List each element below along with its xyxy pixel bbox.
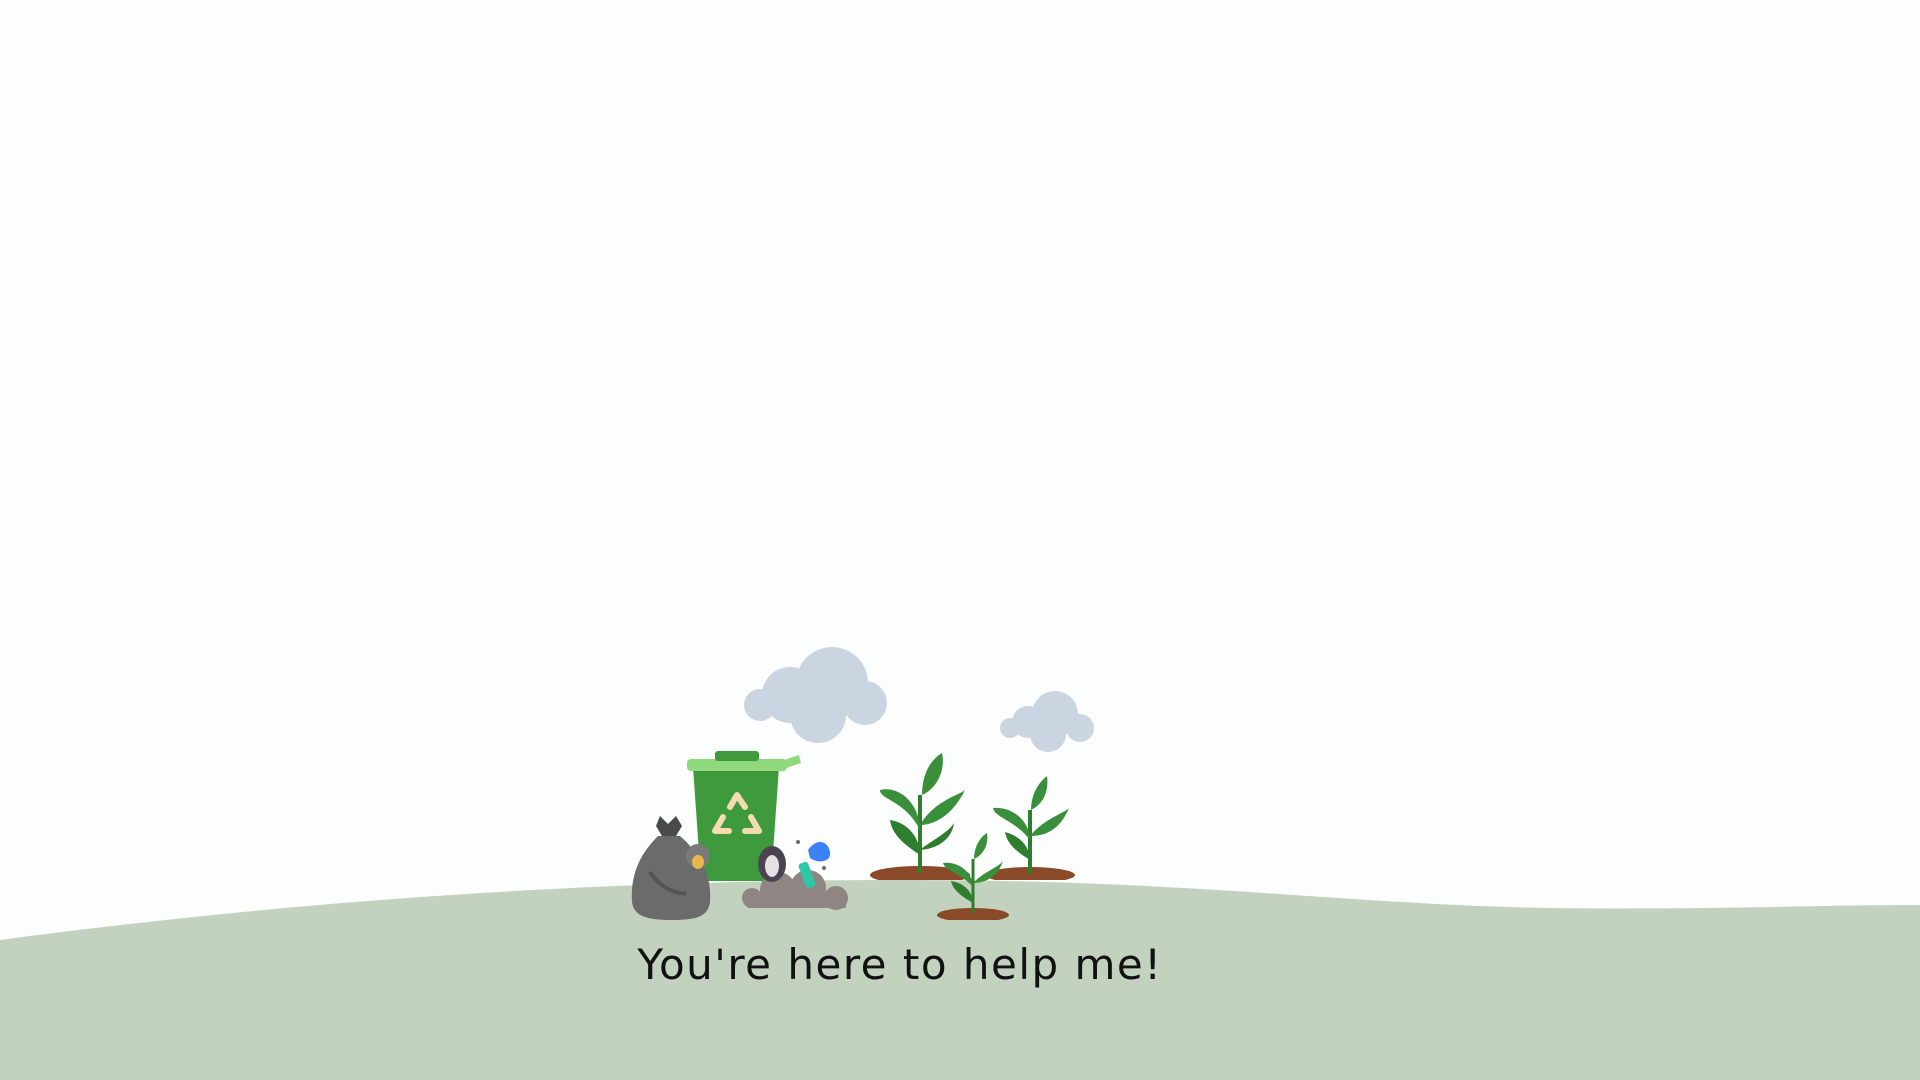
game-scene: You're here to help me! — [0, 0, 1920, 1080]
sprout-icon — [937, 833, 1009, 920]
trash-bag-icon — [631, 816, 711, 920]
scene-caption: You're here to help me! — [637, 940, 1163, 989]
cloud-icon — [744, 647, 887, 743]
cloud-icon — [1000, 691, 1094, 752]
trash-pile-icon — [742, 840, 848, 910]
